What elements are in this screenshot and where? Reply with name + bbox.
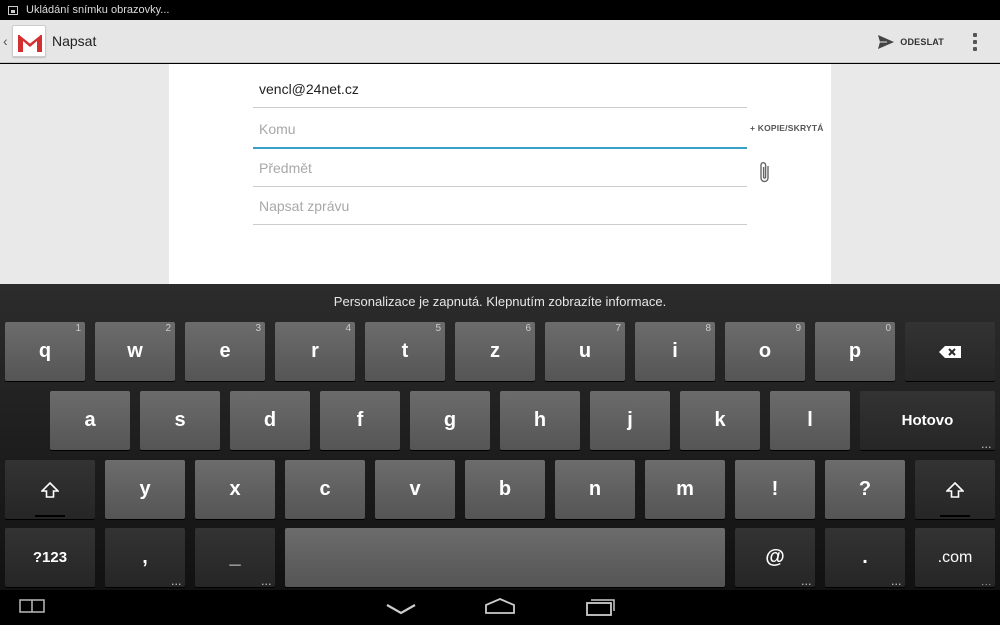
key-q[interactable]: q1 (5, 322, 85, 381)
key-g[interactable]: g (410, 391, 490, 450)
from-value: vencl@24net.cz (259, 80, 359, 97)
key-a[interactable]: a (50, 391, 130, 450)
paperclip-icon[interactable] (758, 160, 772, 189)
key-l[interactable]: l (770, 391, 850, 450)
key-r[interactable]: r4 (275, 322, 355, 381)
subject-placeholder: Předmět (259, 159, 312, 176)
gmail-logo-icon[interactable] (12, 25, 46, 57)
period-key[interactable]: .... (825, 528, 905, 587)
send-icon (878, 34, 895, 49)
keyboard-hint[interactable]: Personalizace je zapnutá. Klepnutím zobr… (0, 284, 1000, 320)
dotcom-key[interactable]: .com... (915, 528, 995, 587)
key-n[interactable]: n (555, 460, 635, 519)
action-bar: ‹ Napsat ODESLAT (0, 20, 1000, 63)
key-m[interactable]: m (645, 460, 725, 519)
screenshot-icon (8, 5, 18, 15)
key-i[interactable]: i8 (635, 322, 715, 381)
key-v[interactable]: v (375, 460, 455, 519)
to-field[interactable]: Komu (253, 111, 747, 149)
status-bar: Ukládání snímku obrazovky... (0, 0, 1000, 20)
shift-key-right[interactable] (915, 460, 995, 519)
key-question[interactable]: ? (825, 460, 905, 519)
hide-keyboard-icon[interactable] (385, 602, 417, 616)
send-label: ODESLAT (900, 36, 944, 47)
from-field[interactable]: vencl@24net.cz (253, 70, 747, 108)
recent-apps-icon[interactable] (585, 597, 617, 617)
symbols-key[interactable]: ?123 (5, 528, 95, 587)
key-k[interactable]: k (680, 391, 760, 450)
send-button[interactable]: ODESLAT (877, 20, 944, 63)
up-navigation-icon[interactable]: ‹ (3, 33, 11, 49)
backspace-icon (939, 345, 961, 358)
done-key[interactable]: Hotovo... (860, 391, 995, 450)
key-h[interactable]: h (500, 391, 580, 450)
space-key[interactable] (285, 528, 725, 587)
body-placeholder: Napsat zprávu (259, 197, 350, 214)
backspace-key[interactable] (905, 322, 995, 381)
shift-key-left[interactable] (5, 460, 95, 519)
key-z[interactable]: z6 (455, 322, 535, 381)
to-placeholder: Komu (259, 121, 296, 137)
key-j[interactable]: j (590, 391, 670, 450)
keyboard-switch-icon[interactable] (19, 599, 45, 613)
key-u[interactable]: u7 (545, 322, 625, 381)
home-icon[interactable] (484, 597, 516, 615)
status-text: Ukládání snímku obrazovky... (26, 4, 170, 16)
key-c[interactable]: c (285, 460, 365, 519)
cc-bcc-link[interactable]: + KOPIE/SKRYTÁ (750, 123, 824, 133)
at-key[interactable]: @... (735, 528, 815, 587)
key-x[interactable]: x (195, 460, 275, 519)
key-w[interactable]: w2 (95, 322, 175, 381)
key-b[interactable]: b (465, 460, 545, 519)
key-d[interactable]: d (230, 391, 310, 450)
shift-icon (946, 481, 964, 498)
key-o[interactable]: o9 (725, 322, 805, 381)
page-title: Napsat (52, 33, 97, 49)
key-exclamation[interactable]: ! (735, 460, 815, 519)
key-t[interactable]: t5 (365, 322, 445, 381)
comma-key[interactable]: ,... (105, 528, 185, 587)
body-field[interactable]: Napsat zprávu (253, 187, 747, 225)
subject-field[interactable]: Předmět (253, 149, 747, 187)
key-y[interactable]: y (105, 460, 185, 519)
key-f[interactable]: f (320, 391, 400, 450)
dash-key[interactable]: _... (195, 528, 275, 587)
shift-icon (41, 481, 59, 498)
key-s[interactable]: s (140, 391, 220, 450)
overflow-menu-icon[interactable] (970, 33, 980, 51)
key-e[interactable]: e3 (185, 322, 265, 381)
key-p[interactable]: p0 (815, 322, 895, 381)
